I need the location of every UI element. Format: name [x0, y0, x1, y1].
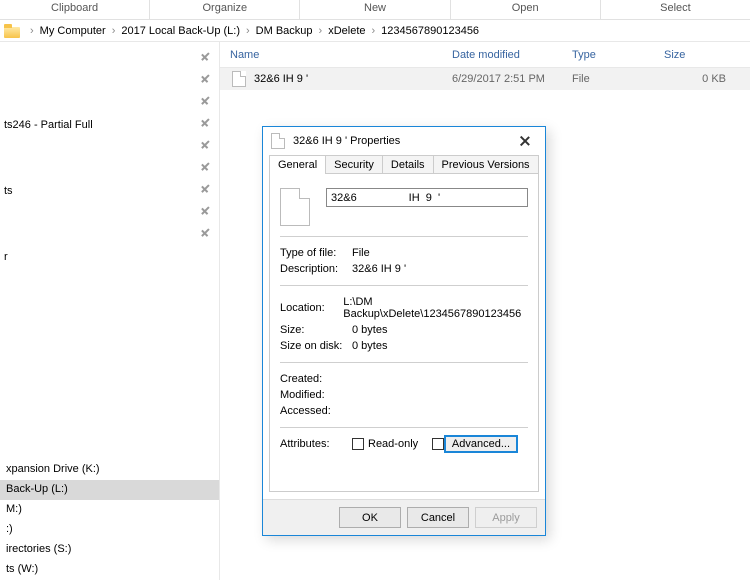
ok-button[interactable]: OK	[339, 507, 401, 528]
label-description: Description:	[280, 263, 352, 275]
nav-drive-k[interactable]: xpansion Drive (K:)	[0, 460, 219, 480]
properties-dialog: 32&6 IH 9 ' Properties General Security …	[262, 126, 546, 536]
file-name: 32&6 IH 9 '	[254, 73, 308, 85]
breadcrumb[interactable]: › My Computer › 2017 Local Back-Up (L:) …	[0, 20, 750, 42]
file-row[interactable]: 32&6 IH 9 ' 6/29/2017 2:51 PM File 0 KB	[220, 68, 750, 90]
tab-panel-general: Type of file:File Description:32&6 IH 9 …	[269, 173, 539, 492]
crumb-folder[interactable]: 1234567890123456	[379, 25, 481, 37]
nav-pinned-item[interactable]	[0, 202, 219, 224]
label-attributes: Attributes:	[280, 438, 352, 450]
advanced-button[interactable]: Advanced...	[444, 435, 518, 453]
nav-pinned-item[interactable]	[0, 70, 219, 92]
column-header-size[interactable]: Size	[664, 49, 750, 61]
apply-button: Apply	[475, 507, 537, 528]
tab-general[interactable]: General	[269, 155, 326, 174]
folder-icon	[4, 24, 20, 38]
cancel-button[interactable]: Cancel	[407, 507, 469, 528]
nav-drive-unknown[interactable]: :)	[0, 520, 219, 540]
ribbon-group-organize[interactable]: Organize	[150, 0, 300, 19]
column-header-date[interactable]: Date modified	[452, 49, 572, 61]
nav-pinned-item[interactable]: r	[0, 246, 219, 268]
ribbon: Clipboard Organize New Open Select	[0, 0, 750, 20]
ribbon-group-clipboard[interactable]: Clipboard	[0, 0, 150, 19]
pin-icon	[197, 73, 211, 87]
file-size: 0 KB	[664, 73, 750, 85]
checkbox-box-icon	[352, 438, 364, 450]
dialog-titlebar[interactable]: 32&6 IH 9 ' Properties	[263, 127, 545, 155]
nav-drive-m[interactable]: M:)	[0, 500, 219, 520]
chevron-right-icon[interactable]: ›	[242, 25, 254, 37]
value-sizeondisk: 0 bytes	[352, 340, 387, 352]
navigation-pane: ts246 - Partial Full ts r xpansion Drive…	[0, 42, 220, 580]
nav-pinned-item[interactable]	[0, 224, 219, 246]
label-typeoffile: Type of file:	[280, 247, 352, 259]
pin-icon	[197, 117, 211, 131]
column-headers: Name Date modified Type Size	[220, 42, 750, 68]
pin-icon	[197, 161, 211, 175]
column-header-type[interactable]: Type	[572, 49, 664, 61]
label-accessed: Accessed:	[280, 405, 352, 417]
nav-drive-s[interactable]: irectories (S:)	[0, 540, 219, 560]
close-icon	[520, 136, 530, 146]
tab-previous-versions[interactable]: Previous Versions	[433, 155, 539, 174]
nav-pinned-item[interactable]	[0, 48, 219, 70]
value-location: L:\DM Backup\xDelete\1234567890123456	[343, 296, 528, 320]
crumb-my-computer[interactable]: My Computer	[38, 25, 108, 37]
pin-icon	[197, 139, 211, 153]
ribbon-group-select[interactable]: Select	[601, 0, 750, 19]
pin-icon	[197, 205, 211, 219]
nav-pinned-item[interactable]	[0, 136, 219, 158]
checkbox-box-icon	[432, 438, 444, 450]
filename-input[interactable]	[326, 188, 528, 207]
crumb-xdelete[interactable]: xDelete	[326, 25, 367, 37]
nav-pinned-item[interactable]	[0, 158, 219, 180]
dialog-button-bar: OK Cancel Apply	[263, 499, 545, 535]
chevron-right-icon[interactable]: ›	[26, 25, 38, 37]
value-size: 0 bytes	[352, 324, 387, 336]
tab-details[interactable]: Details	[382, 155, 434, 174]
pin-icon	[197, 51, 211, 65]
value-description: 32&6 IH 9 '	[352, 263, 406, 275]
file-icon	[232, 71, 246, 87]
file-icon-large	[280, 188, 310, 226]
file-type: File	[572, 73, 664, 85]
label-created: Created:	[280, 373, 352, 385]
pin-icon	[197, 95, 211, 109]
nav-drive-l[interactable]: Back-Up (L:)	[0, 480, 219, 500]
checkbox-readonly[interactable]: Read-only	[352, 438, 418, 450]
nav-pinned-item[interactable]	[0, 92, 219, 114]
chevron-right-icon[interactable]: ›	[368, 25, 380, 37]
dialog-tabs: General Security Details Previous Versio…	[263, 155, 545, 174]
close-button[interactable]	[511, 131, 539, 151]
label-modified: Modified:	[280, 389, 352, 401]
crumb-dmbackup[interactable]: DM Backup	[254, 25, 315, 37]
file-date: 6/29/2017 2:51 PM	[452, 73, 572, 85]
nav-pinned-item[interactable]: ts	[0, 180, 219, 202]
label-location: Location:	[280, 302, 343, 314]
ribbon-group-open[interactable]: Open	[451, 0, 601, 19]
pin-icon	[197, 227, 211, 241]
column-header-name[interactable]: Name	[220, 49, 452, 61]
checkbox-readonly-label: Read-only	[368, 438, 418, 450]
chevron-right-icon[interactable]: ›	[108, 25, 120, 37]
nav-pinned-item[interactable]: ts246 - Partial Full	[0, 114, 219, 136]
tab-security[interactable]: Security	[325, 155, 383, 174]
label-size: Size:	[280, 324, 352, 336]
nav-drive-w[interactable]: ts (W:)	[0, 560, 219, 580]
dialog-title: 32&6 IH 9 ' Properties	[293, 135, 511, 147]
value-typeoffile: File	[352, 247, 370, 259]
pin-icon	[197, 183, 211, 197]
label-sizeondisk: Size on disk:	[280, 340, 352, 352]
ribbon-group-new[interactable]: New	[300, 0, 450, 19]
chevron-right-icon[interactable]: ›	[315, 25, 327, 37]
file-icon	[271, 133, 285, 149]
crumb-drive[interactable]: 2017 Local Back-Up (L:)	[119, 25, 242, 37]
